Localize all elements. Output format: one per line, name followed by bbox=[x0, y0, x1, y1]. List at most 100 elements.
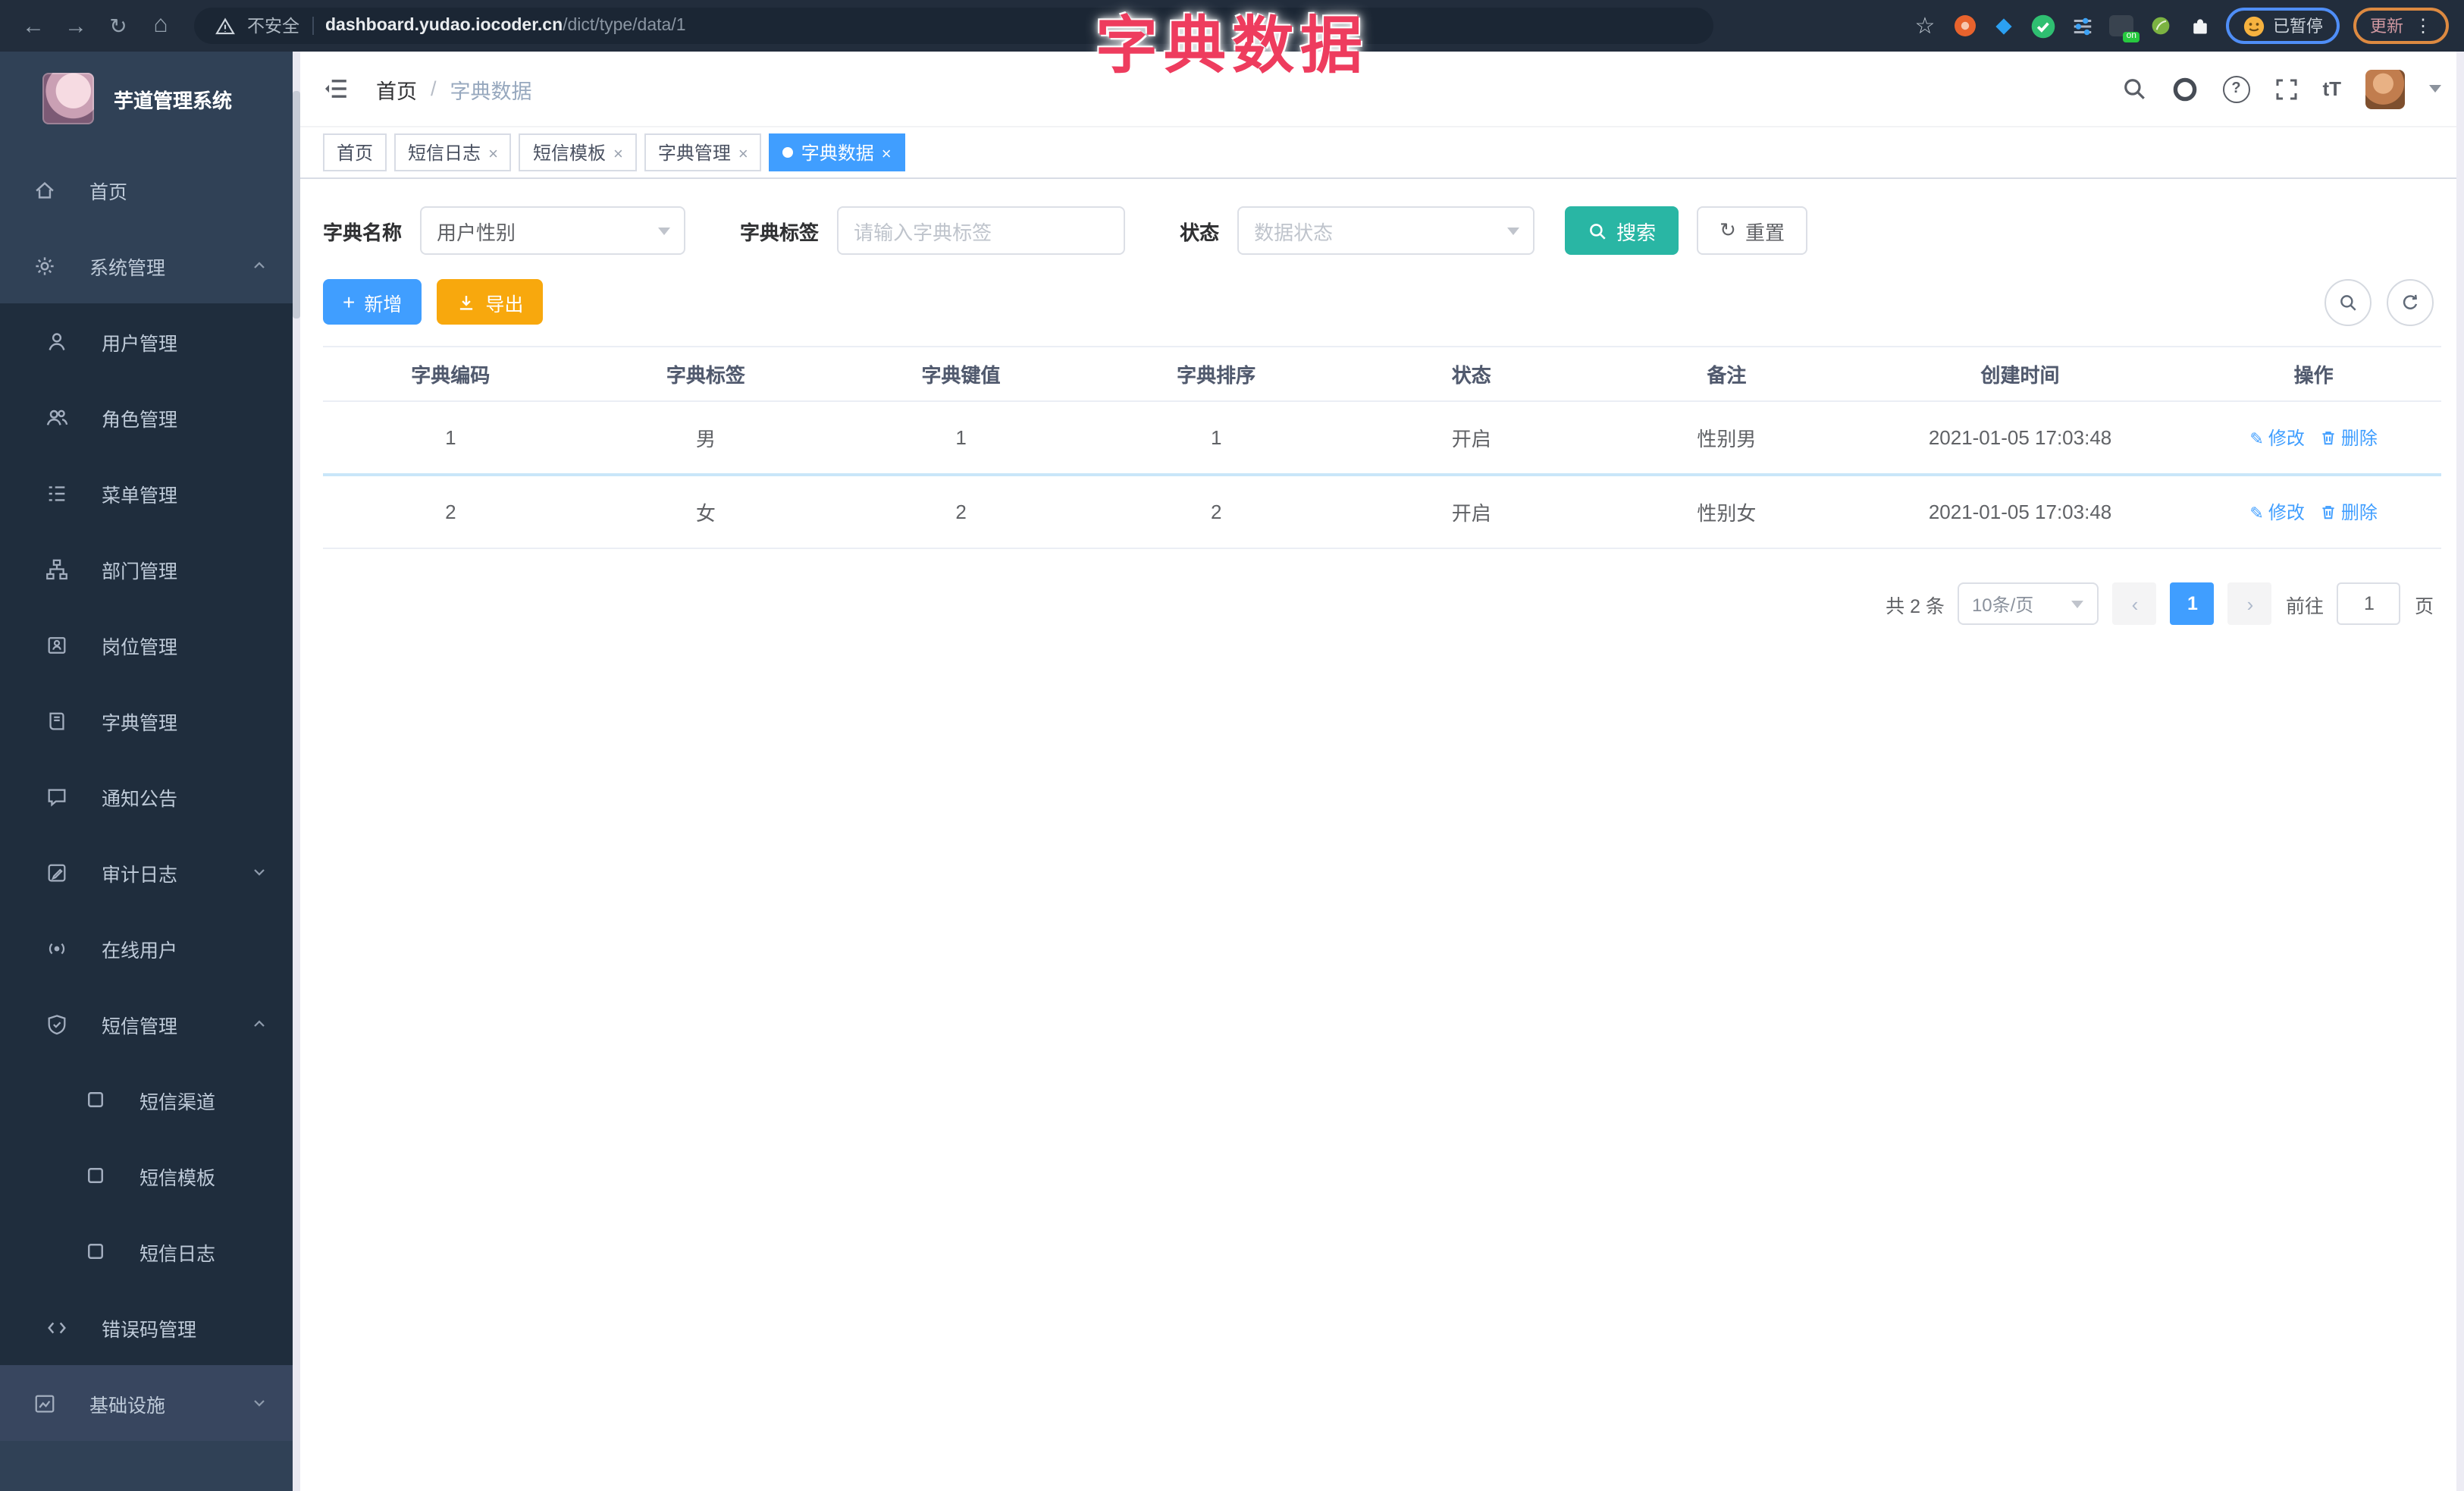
fullscreen-icon[interactable] bbox=[2274, 77, 2298, 101]
sidebar-item-menu-manage[interactable]: 菜单管理 bbox=[0, 455, 293, 531]
tab-label: 首页 bbox=[337, 143, 374, 164]
tab-dict-data[interactable]: 字典数据 bbox=[769, 133, 905, 171]
table-row[interactable]: 1 男 1 1 开启 性别男 2021-01-05 17:03:48 修改 删除 bbox=[323, 402, 2441, 476]
update-button[interactable]: 更新 bbox=[2353, 8, 2449, 44]
add-button[interactable]: 新增 bbox=[323, 279, 422, 325]
sidebar-item-online-users[interactable]: 在线用户 bbox=[0, 910, 293, 986]
sidebar-item-sms-channel[interactable]: 短信渠道 bbox=[0, 1062, 293, 1138]
delete-link[interactable]: 删除 bbox=[2320, 425, 2378, 450]
tab-sms-log[interactable]: 短信日志 bbox=[394, 133, 512, 171]
extension-sliders-icon[interactable] bbox=[2070, 13, 2096, 39]
back-icon[interactable] bbox=[15, 8, 52, 44]
extension-check-icon[interactable] bbox=[2030, 13, 2056, 39]
tab-dict-manage[interactable]: 字典管理 bbox=[644, 133, 762, 171]
profile-paused-chip[interactable]: 已暂停 bbox=[2226, 8, 2340, 44]
sidebar-scrollbar-thumb[interactable] bbox=[293, 91, 300, 319]
help-icon[interactable]: ? bbox=[2222, 75, 2250, 102]
sidebar-item-sms-manage[interactable]: 短信管理 bbox=[0, 986, 293, 1062]
code-icon bbox=[48, 1321, 66, 1333]
pagination-total: 共 2 条 bbox=[1886, 595, 1945, 617]
next-page-button[interactable] bbox=[2227, 582, 2272, 625]
forward-icon[interactable] bbox=[58, 8, 94, 44]
delete-label: 删除 bbox=[2340, 502, 2378, 523]
sidebar-item-system-manage[interactable]: 系统管理 bbox=[0, 228, 293, 303]
extension-puzzle-icon[interactable] bbox=[2187, 13, 2212, 39]
tab-home[interactable]: 首页 bbox=[323, 133, 387, 171]
sidebar-item-label: 在线用户 bbox=[102, 940, 178, 961]
plus-icon bbox=[343, 290, 355, 313]
edit-link[interactable]: 修改 bbox=[2249, 425, 2305, 450]
toggle-search-button[interactable] bbox=[2324, 279, 2372, 326]
sidebar-item-post-manage[interactable]: 岗位管理 bbox=[0, 607, 293, 683]
home-icon[interactable] bbox=[143, 8, 179, 44]
page-size-select[interactable]: 10条/页 bbox=[1958, 582, 2099, 625]
extension-on-badge-icon[interactable]: on bbox=[2109, 15, 2140, 42]
delete-link[interactable]: 删除 bbox=[2320, 499, 2378, 525]
page-size-value: 10条/页 bbox=[1971, 594, 2034, 615]
sidebar-item-notice[interactable]: 通知公告 bbox=[0, 758, 293, 834]
sidebar-fold-icon[interactable] bbox=[323, 76, 349, 102]
refresh-table-button[interactable] bbox=[2387, 279, 2434, 326]
sidebar-item-home[interactable]: 首页 bbox=[0, 152, 293, 228]
current-page-button[interactable]: 1 bbox=[2170, 582, 2215, 625]
window-scrollbar[interactable] bbox=[2456, 52, 2464, 1491]
goto-page-input[interactable] bbox=[2337, 582, 2401, 625]
reset-button[interactable]: 重置 bbox=[1697, 206, 1807, 255]
reload-icon[interactable] bbox=[100, 8, 136, 44]
table-row[interactable]: 2 女 2 2 开启 性别女 2021-01-05 17:03:48 修改 删除 bbox=[323, 476, 2441, 549]
cell-dict-code: 2 bbox=[445, 501, 456, 523]
page: 不安全 dashboard.yudao.iocoder.cn/dict/type… bbox=[0, 0, 2464, 1491]
edit-label: 修改 bbox=[2268, 428, 2305, 449]
extension-leaf-icon[interactable] bbox=[2147, 13, 2173, 39]
close-icon[interactable] bbox=[882, 142, 892, 163]
dict-name-select[interactable]: 用户性别 bbox=[420, 206, 686, 255]
search-button[interactable]: 搜索 bbox=[1565, 206, 1679, 255]
col-header: 字典键值 bbox=[921, 364, 1001, 387]
sidebar-item-dict-manage[interactable]: 字典管理 bbox=[0, 683, 293, 758]
dict-label-input[interactable]: 请输入字典标签 bbox=[837, 206, 1126, 255]
gear-icon bbox=[36, 256, 54, 275]
sidebar-item-sms-template[interactable]: 短信模板 bbox=[0, 1138, 293, 1213]
sidebar-item-sms-log[interactable]: 短信日志 bbox=[0, 1213, 293, 1289]
address-bar[interactable]: 不安全 dashboard.yudao.iocoder.cn/dict/type… bbox=[194, 8, 1713, 44]
delete-label: 删除 bbox=[2340, 428, 2378, 449]
sidebar-item-dept-manage[interactable]: 部门管理 bbox=[0, 531, 293, 607]
sidebar-item-infrastructure[interactable]: 基础设施 bbox=[0, 1365, 293, 1441]
extension-orange-icon[interactable] bbox=[1951, 13, 1977, 39]
status-select[interactable]: 数据状态 bbox=[1237, 206, 1535, 255]
export-button[interactable]: 导出 bbox=[437, 279, 544, 325]
close-icon[interactable] bbox=[613, 142, 623, 163]
font-size-icon[interactable] bbox=[2322, 75, 2341, 102]
table-mini-buttons bbox=[2324, 279, 2434, 326]
avatar[interactable] bbox=[2365, 69, 2405, 108]
chevron-down-icon bbox=[254, 869, 265, 876]
sidebar-item-label: 用户管理 bbox=[102, 333, 178, 354]
cell-dict-sort: 1 bbox=[1210, 426, 1222, 449]
chevron-down-icon bbox=[2071, 601, 2084, 608]
close-icon[interactable] bbox=[738, 142, 748, 163]
home-icon bbox=[36, 180, 54, 198]
kebab-menu-icon[interactable] bbox=[2414, 15, 2432, 36]
sidebar-item-role-manage[interactable]: 角色管理 bbox=[0, 379, 293, 455]
close-icon[interactable] bbox=[488, 142, 498, 163]
download-icon bbox=[460, 295, 473, 309]
sidebar-item-label: 错误码管理 bbox=[102, 1319, 197, 1340]
active-dot-icon bbox=[782, 147, 794, 158]
sidebar-item-error-code[interactable]: 错误码管理 bbox=[0, 1289, 293, 1365]
breadcrumb-home[interactable]: 首页 bbox=[376, 74, 417, 104]
sidebar-logo-row[interactable]: 芋道管理系统 bbox=[0, 52, 300, 146]
bookmark-star-icon[interactable] bbox=[1912, 13, 1938, 39]
sidebar-scrollbar[interactable] bbox=[293, 52, 300, 1491]
reset-button-label: 重置 bbox=[1745, 221, 1785, 243]
emoji-face-icon bbox=[2243, 15, 2265, 36]
search-icon[interactable] bbox=[2121, 76, 2146, 102]
extension-gem-icon[interactable] bbox=[1991, 13, 2017, 39]
github-icon[interactable] bbox=[2171, 75, 2198, 102]
sidebar-item-user-manage[interactable]: 用户管理 bbox=[0, 303, 293, 379]
chevron-down-icon bbox=[658, 228, 671, 235]
chevron-down-icon[interactable] bbox=[2429, 85, 2441, 93]
edit-link[interactable]: 修改 bbox=[2249, 499, 2305, 525]
sidebar-item-audit-log[interactable]: 审计日志 bbox=[0, 834, 293, 910]
tab-sms-template[interactable]: 短信模板 bbox=[519, 133, 637, 171]
prev-page-button[interactable] bbox=[2112, 582, 2157, 625]
